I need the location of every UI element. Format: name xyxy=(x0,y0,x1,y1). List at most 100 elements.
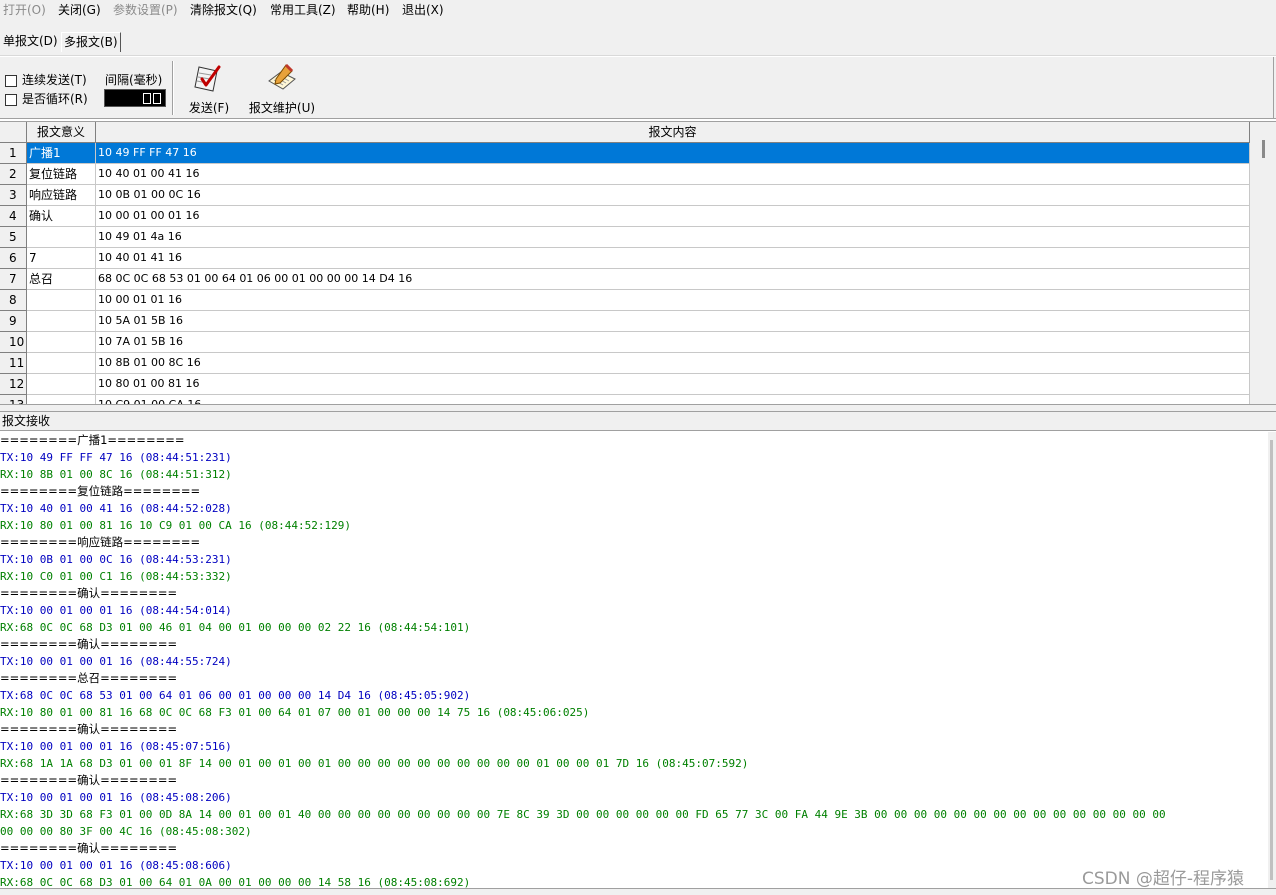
toolbar-border xyxy=(1273,57,1274,119)
log-line-rx: RX:10 C0 01 00 C1 16 (08:44:53:332) xyxy=(0,570,232,583)
maintain-label: 报文维护(U) xyxy=(248,101,316,115)
log-line-rx: RX:10 80 01 00 81 16 10 C9 01 00 CA 16 (… xyxy=(0,519,351,532)
log-line-tx: TX:10 00 01 00 01 16 (08:44:54:014) xyxy=(0,604,232,617)
tab-strip: 单报文(D) 多报文(B) xyxy=(0,20,1276,56)
menu-clear[interactable]: 清除报文(Q) xyxy=(190,2,257,18)
log-line-sep: ========确认======== xyxy=(0,722,178,736)
grid-corner xyxy=(0,122,27,143)
log-line-rx: RX:68 1A 1A 68 D3 01 00 01 8F 14 00 01 0… xyxy=(0,757,749,770)
row-meaning[interactable]: 总召 xyxy=(27,269,96,290)
table-row[interactable]: 11 10 8B 01 00 8C 16 xyxy=(0,353,1250,374)
column-header-content[interactable]: 报文内容 xyxy=(96,122,1250,143)
row-number: 10 xyxy=(0,332,27,353)
row-meaning[interactable] xyxy=(27,374,96,395)
table-row[interactable]: 12 10 80 01 00 81 16 xyxy=(0,374,1250,395)
log-line-rx: 00 00 00 80 3F 00 4C 16 (08:45:08:302) xyxy=(0,825,252,838)
toolbar-separator xyxy=(172,61,174,115)
log-line-tx: TX:10 00 01 00 01 16 (08:45:08:206) xyxy=(0,791,232,804)
row-meaning[interactable] xyxy=(27,311,96,332)
row-content[interactable]: 10 40 01 00 41 16 xyxy=(96,164,1250,185)
row-number: 9 xyxy=(0,311,27,332)
table-row[interactable]: 3 响应链路 10 0B 01 00 0C 16 xyxy=(0,185,1250,206)
log-line-sep: ========确认======== xyxy=(0,773,178,787)
table-row[interactable]: 9 10 5A 01 5B 16 xyxy=(0,311,1250,332)
tab-single-message[interactable]: 单报文(D) xyxy=(1,32,60,52)
row-content[interactable]: 10 5A 01 5B 16 xyxy=(96,311,1250,332)
receive-log[interactable]: ========广播1======== TX:10 49 FF FF 47 16 … xyxy=(0,432,1268,888)
row-meaning[interactable] xyxy=(27,395,96,404)
row-content[interactable]: 10 40 01 41 16 xyxy=(96,248,1250,269)
send-icon xyxy=(194,65,221,92)
row-number: 1 xyxy=(0,143,27,164)
grid-scrollbar[interactable] xyxy=(1250,122,1276,404)
table-row[interactable]: 7 总召 68 0C 0C 68 53 01 00 64 01 06 00 01… xyxy=(0,269,1250,290)
continuous-send-checkbox[interactable] xyxy=(5,75,17,87)
table-row[interactable]: 13 10 C9 01 00 CA 16 xyxy=(0,395,1250,404)
log-line-sep: ========确认======== xyxy=(0,586,178,600)
table-row[interactable]: 6 7 10 40 01 41 16 xyxy=(0,248,1250,269)
table-row[interactable]: 8 10 00 01 01 16 xyxy=(0,290,1250,311)
menu-tools[interactable]: 常用工具(Z) xyxy=(270,2,336,18)
row-meaning[interactable] xyxy=(27,353,96,374)
interval-input[interactable] xyxy=(104,89,166,107)
toolbar: 连续发送(T) 是否循环(R) 间隔(毫秒) 发送(F) 报文维护(U) xyxy=(0,57,1276,119)
row-content[interactable]: 68 0C 0C 68 53 01 00 64 01 06 00 01 00 0… xyxy=(96,269,1250,290)
row-number: 13 xyxy=(0,395,27,404)
log-line-tx: TX:10 0B 01 00 0C 16 (08:44:53:231) xyxy=(0,553,232,566)
log-line-sep: ========广播1======== xyxy=(0,433,185,447)
menu-params[interactable]: 参数设置(P) xyxy=(113,2,178,18)
row-meaning[interactable] xyxy=(27,290,96,311)
pane-splitter[interactable] xyxy=(0,404,1276,412)
column-header-meaning[interactable]: 报文意义 xyxy=(27,122,96,143)
log-line-rx: RX:68 3D 3D 68 F3 01 00 0D 8A 14 00 01 0… xyxy=(0,808,1166,821)
row-content[interactable]: 10 00 01 00 01 16 xyxy=(96,206,1250,227)
menu-open[interactable]: 打开(O) xyxy=(3,2,46,18)
grid-header: 报文意义 报文内容 xyxy=(0,122,1250,143)
log-line-sep: ========总召======== xyxy=(0,671,178,685)
loop-checkbox[interactable] xyxy=(5,94,17,106)
edit-document-icon xyxy=(268,63,296,90)
row-number: 12 xyxy=(0,374,27,395)
row-number: 7 xyxy=(0,269,27,290)
log-line-sep: ========响应链路======== xyxy=(0,535,201,549)
log-scrollbar[interactable] xyxy=(1268,432,1276,888)
log-line-tx: TX:10 49 FF FF 47 16 (08:44:51:231) xyxy=(0,451,232,464)
row-meaning[interactable]: 广播1 xyxy=(27,143,96,164)
row-content[interactable]: 10 0B 01 00 0C 16 xyxy=(96,185,1250,206)
row-content[interactable]: 10 80 01 00 81 16 xyxy=(96,374,1250,395)
row-number: 3 xyxy=(0,185,27,206)
log-line-rx: RX:68 0C 0C 68 D3 01 00 46 01 04 00 01 0… xyxy=(0,621,471,634)
row-meaning[interactable]: 复位链路 xyxy=(27,164,96,185)
menu-exit[interactable]: 退出(X) xyxy=(402,2,444,18)
log-line-rx: RX:10 8B 01 00 8C 16 (08:44:51:312) xyxy=(0,468,232,481)
continuous-send-label: 连续发送(T) xyxy=(22,73,87,87)
maintain-button[interactable]: 报文维护(U) xyxy=(248,63,316,115)
table-row[interactable]: 10 10 7A 01 5B 16 xyxy=(0,332,1250,353)
tab-multi-message[interactable]: 多报文(B) xyxy=(61,32,121,52)
row-meaning[interactable]: 响应链路 xyxy=(27,185,96,206)
row-meaning[interactable] xyxy=(27,332,96,353)
table-row[interactable]: 4 确认 10 00 01 00 01 16 xyxy=(0,206,1250,227)
row-meaning[interactable]: 7 xyxy=(27,248,96,269)
table-row[interactable]: 1 广播1 10 49 FF FF 47 16 xyxy=(0,143,1250,164)
row-number: 8 xyxy=(0,290,27,311)
log-scroll-thumb[interactable] xyxy=(1270,440,1273,880)
bottom-scrollbar[interactable] xyxy=(0,888,1276,895)
table-row[interactable]: 2 复位链路 10 40 01 00 41 16 xyxy=(0,164,1250,185)
row-content[interactable]: 10 7A 01 5B 16 xyxy=(96,332,1250,353)
row-content[interactable]: 10 00 01 01 16 xyxy=(96,290,1250,311)
row-content[interactable]: 10 C9 01 00 CA 16 xyxy=(96,395,1250,404)
grid-scroll-thumb[interactable] xyxy=(1262,140,1265,158)
row-content[interactable]: 10 8B 01 00 8C 16 xyxy=(96,353,1250,374)
log-line-sep: ========确认======== xyxy=(0,637,178,651)
send-label: 发送(F) xyxy=(188,101,230,115)
row-meaning[interactable] xyxy=(27,227,96,248)
menu-close[interactable]: 关闭(G) xyxy=(58,2,101,18)
table-row[interactable]: 5 10 49 01 4a 16 xyxy=(0,227,1250,248)
row-meaning[interactable]: 确认 xyxy=(27,206,96,227)
log-line-tx: TX:10 00 01 00 01 16 (08:45:08:606) xyxy=(0,859,232,872)
row-content[interactable]: 10 49 01 4a 16 xyxy=(96,227,1250,248)
menu-help[interactable]: 帮助(H) xyxy=(347,2,389,18)
send-button[interactable]: 发送(F) xyxy=(186,63,232,115)
row-content[interactable]: 10 49 FF FF 47 16 xyxy=(96,143,1250,164)
